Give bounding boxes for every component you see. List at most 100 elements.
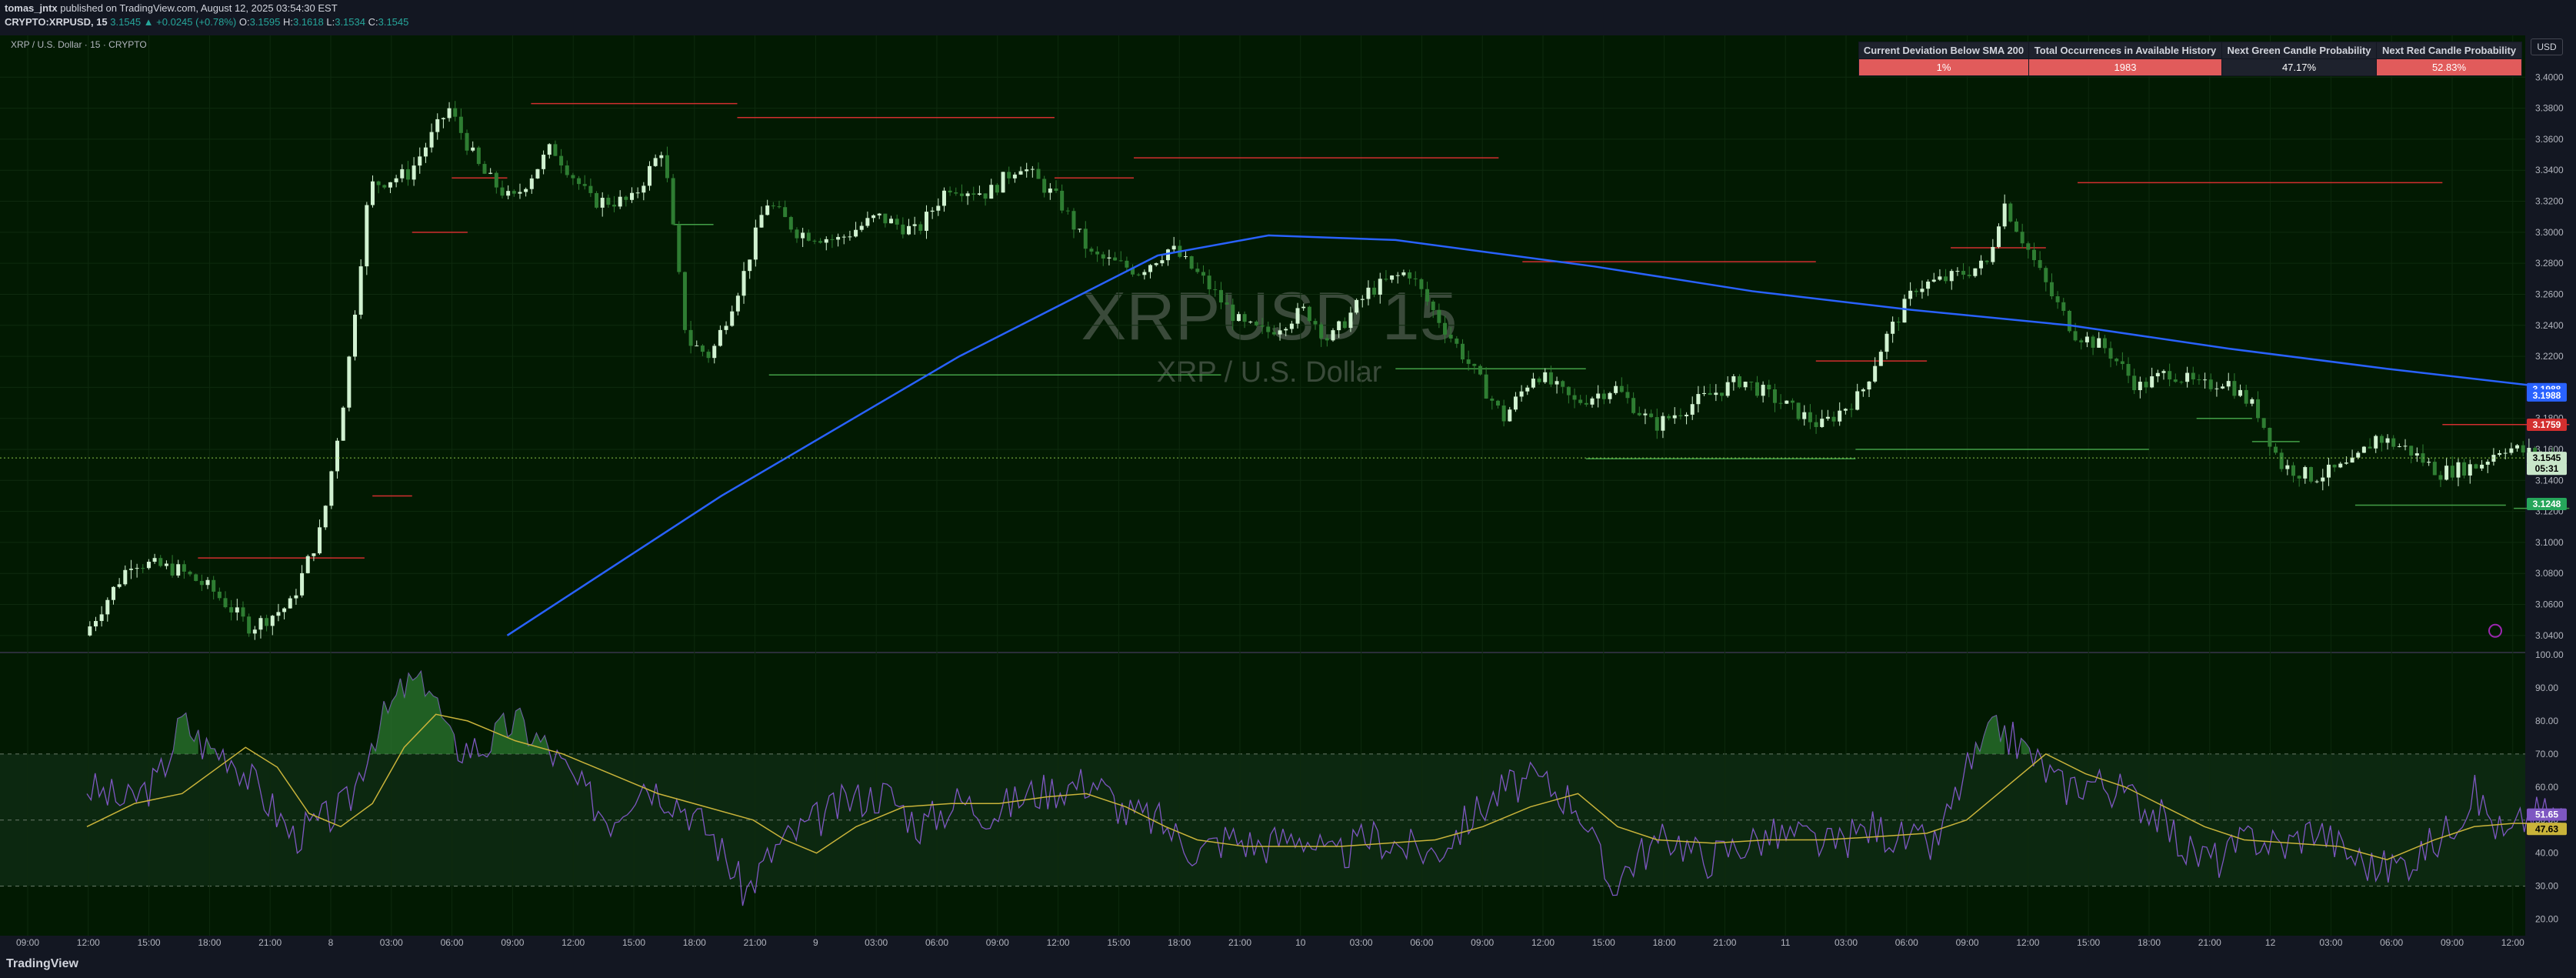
candle-up [270, 616, 275, 626]
candle-down [2274, 446, 2278, 453]
candle-up [2498, 452, 2502, 456]
author[interactable]: tomas_jntx [5, 2, 58, 14]
candle-up [2480, 464, 2484, 469]
candle-down [1961, 271, 1966, 275]
symbol-line: CRYPTO:XRPUSD, 15 3.1545 ▲ +0.0245 (+0.7… [5, 16, 408, 28]
candle-down [700, 345, 705, 352]
candle-up [1154, 263, 1158, 265]
candle-up [288, 598, 292, 609]
candle-up [1891, 322, 1895, 334]
candle-up [1979, 260, 1984, 269]
candle-up [2515, 445, 2520, 449]
rsi-tick-label: 40.00 [2535, 848, 2558, 859]
price-tick-label: 3.2600 [2535, 289, 2564, 299]
candle-up [176, 564, 181, 576]
candle-up [936, 205, 941, 211]
candle-up [1171, 245, 1176, 250]
candle-down [265, 618, 269, 626]
published-text: published on TradingView.com, August 12,… [60, 2, 338, 14]
stats-table: Current Deviation Below SMA 200 Total Oc… [1858, 42, 2522, 76]
candle-up [2250, 399, 2254, 404]
candle-down [1342, 321, 1347, 329]
candle-up [1348, 312, 1353, 329]
candle-down [2168, 371, 2172, 380]
candle-down [476, 147, 481, 165]
candle-down [2108, 348, 2113, 359]
candle-up [1508, 409, 1512, 422]
candle-up [836, 236, 841, 240]
stats-value: 1% [1858, 58, 2029, 76]
candle-up [1360, 299, 1365, 300]
candle-up [924, 212, 928, 231]
candle-up [1401, 272, 1406, 275]
candle-down [706, 352, 711, 359]
time-tick-label: 06:00 [441, 937, 464, 948]
candle-up [435, 118, 440, 132]
candle-up [1938, 276, 1942, 280]
candle-up [647, 165, 651, 186]
candle-up [1920, 289, 1925, 292]
candle-up [635, 192, 640, 194]
stats-header: Next Red Candle Probability [2376, 42, 2522, 59]
candle-up [1048, 188, 1052, 193]
candle-up [488, 172, 493, 174]
price-tick-label: 3.2200 [2535, 351, 2564, 362]
candle-down [2279, 452, 2284, 469]
candle-up [1731, 376, 1736, 382]
candle-up [1725, 382, 1730, 396]
candle-down [688, 329, 693, 346]
ohlc-close-key: C: [368, 16, 378, 28]
candle-down [624, 196, 628, 200]
candle-down [2232, 381, 2237, 396]
candle-up [2138, 382, 2142, 391]
time-tick-label: 12:00 [77, 937, 100, 948]
chart-area[interactable]: XRPUSD 15 XRP / U.S. Dollar 3.4000 3.3800 3.… [0, 35, 2576, 956]
candle-up [235, 607, 239, 613]
candle-down [382, 185, 387, 188]
time-tick-label: 09:00 [1956, 937, 1979, 948]
price-tick-label: 3.4000 [2535, 72, 2564, 82]
stats-value: 52.83% [2376, 58, 2522, 76]
candle-down [1448, 334, 1453, 339]
candle-down [405, 169, 410, 180]
time-tick-label: 11 [1781, 937, 1791, 948]
candle-up [1513, 396, 1518, 410]
candle-down [458, 116, 463, 133]
candle-down [217, 591, 222, 599]
candle-down [2197, 379, 2201, 381]
candle-up [1337, 321, 1341, 331]
candle-down [2173, 379, 2178, 382]
candle-up [1289, 323, 1294, 329]
candle-up [547, 144, 552, 155]
candle-up [1366, 287, 1371, 299]
candle-down [2208, 379, 2213, 389]
candle-up [370, 181, 375, 205]
candle-down [2438, 475, 2443, 480]
candle-down [1772, 389, 1777, 403]
candle-down [2297, 476, 2301, 479]
candle-down [677, 224, 681, 272]
candle-up [282, 608, 287, 613]
candle-up [1030, 169, 1035, 170]
time-tick-label: 18:00 [198, 937, 221, 948]
tradingview-logo[interactable]: TradingView [6, 957, 78, 971]
currency-button[interactable]: USD [2531, 38, 2563, 55]
time-tick-label: 03:00 [1835, 937, 1858, 948]
candle-down [1313, 321, 1318, 325]
chart-svg[interactable]: XRPUSD 15XRP / U.S. Dollar 3.4000 3.3800 3.… [0, 35, 2576, 953]
candle-up [618, 196, 622, 207]
candle-up [1931, 279, 1936, 282]
candle-down [2450, 466, 2454, 478]
candle-down [182, 564, 186, 572]
time-tick-label: 03:00 [865, 937, 888, 948]
candle-up [1685, 414, 1689, 416]
candle-up [394, 178, 398, 182]
candle-up [1861, 389, 1865, 392]
candle-down [158, 558, 163, 566]
candle-down [788, 217, 793, 230]
candle-up [2097, 338, 2101, 348]
candle-down [795, 229, 799, 239]
candle-up [912, 224, 917, 226]
candle-up [1785, 400, 1789, 404]
footer: TradingView [0, 953, 2576, 978]
